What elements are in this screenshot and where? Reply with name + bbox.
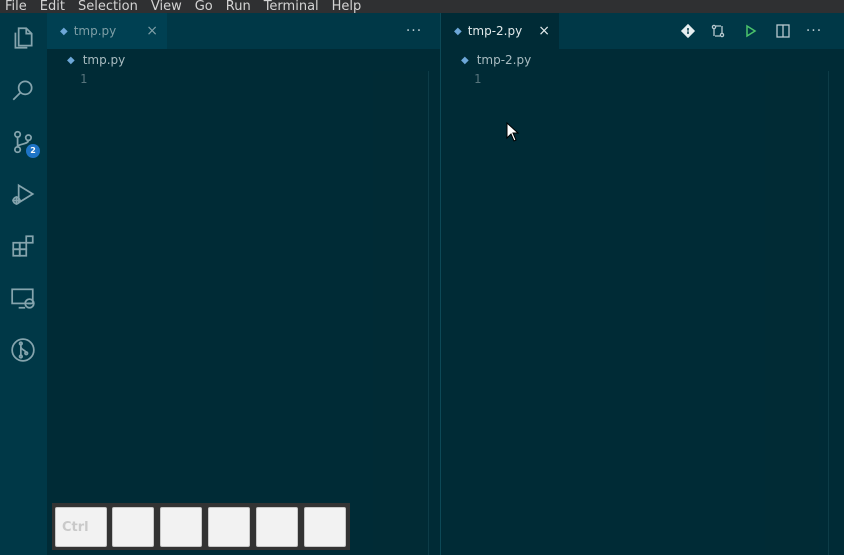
line-number: 1 [474, 72, 482, 86]
close-icon[interactable]: × [538, 24, 550, 38]
git-graph-icon[interactable] [9, 336, 37, 364]
source-control-badge: 2 [26, 144, 40, 158]
more-actions-icon[interactable]: ··· [805, 22, 823, 40]
menu-help[interactable]: Help [332, 0, 362, 13]
python-file-icon: ◆ [60, 25, 68, 37]
python-file-icon: ◆ [67, 54, 75, 66]
vertical-scrollbar[interactable] [828, 71, 840, 555]
menu-bar: File Edit Selection View Go Run Terminal Help [0, 0, 844, 13]
run-debug-icon[interactable] [9, 180, 37, 208]
tab-bar-left: ◆ tmp.py × ··· [47, 13, 440, 49]
files-icon[interactable] [9, 24, 37, 52]
remote-explorer-icon[interactable] [9, 284, 37, 312]
key-empty [160, 507, 202, 547]
tab-label: tmp-2.py [467, 24, 523, 38]
menu-file[interactable]: File [5, 0, 27, 13]
minimap[interactable] [373, 71, 427, 555]
tab-tmp-py[interactable]: ◆ tmp.py × [47, 13, 167, 49]
breadcrumb-file: tmp-2.py [476, 53, 532, 67]
tab-bar-right: ◆ tmp-2.py × ··· [441, 13, 844, 49]
line-number: 1 [80, 72, 88, 86]
tab-tmp-2-py[interactable]: ◆ tmp-2.py × [441, 13, 559, 49]
breadcrumb[interactable]: ◆ tmp.py [47, 49, 125, 71]
more-actions-icon[interactable]: ··· [405, 22, 423, 40]
key-empty [256, 507, 298, 547]
editor-group-left: ◆ tmp.py × ··· ◆ tmp.py 1 [47, 13, 440, 555]
breadcrumb-file: tmp.py [82, 53, 126, 67]
tab-label: tmp.py [73, 24, 117, 38]
menu-selection[interactable]: Selection [78, 0, 138, 13]
keystroke-overlay: Ctrl [52, 503, 350, 550]
key-ctrl: Ctrl [55, 507, 107, 547]
key-empty [208, 507, 250, 547]
activity-bar: 2 [0, 13, 47, 555]
python-file-icon: ◆ [461, 54, 469, 66]
key-empty [304, 507, 346, 547]
menu-view[interactable]: View [151, 0, 182, 13]
menu-go[interactable]: Go [195, 0, 213, 13]
menu-terminal[interactable]: Terminal [264, 0, 319, 13]
mouse-cursor-icon [506, 122, 519, 142]
menu-run[interactable]: Run [226, 0, 251, 13]
compare-icon[interactable] [709, 22, 727, 40]
search-icon[interactable] [9, 76, 37, 104]
editor-group-right: ◆ tmp-2.py × ··· ◆ tmp-2.py 1 [441, 13, 844, 555]
close-icon[interactable]: × [146, 24, 158, 38]
split-editor-icon[interactable] [774, 22, 792, 40]
python-file-icon: ◆ [454, 25, 462, 37]
run-icon[interactable] [741, 22, 759, 40]
source-control-icon[interactable]: 2 [9, 128, 40, 158]
vertical-scrollbar[interactable] [428, 71, 440, 555]
key-empty [112, 507, 154, 547]
breadcrumb[interactable]: ◆ tmp-2.py [441, 49, 531, 71]
menu-edit[interactable]: Edit [40, 0, 65, 13]
extensions-icon[interactable] [9, 232, 37, 260]
minimap[interactable] [765, 71, 819, 555]
git-icon[interactable] [679, 22, 697, 40]
